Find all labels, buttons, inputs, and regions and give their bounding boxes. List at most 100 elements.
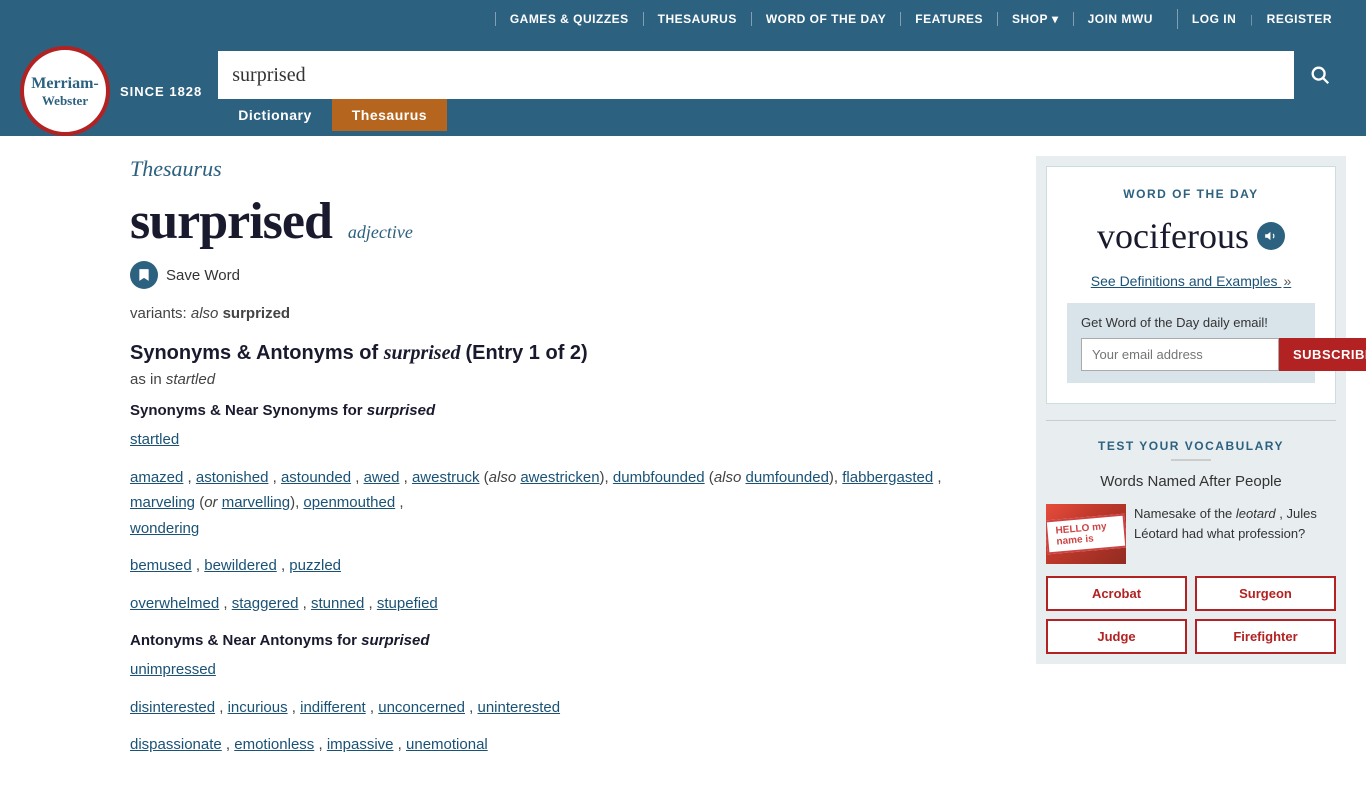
antonym-group-2: dispassionate , emotionless , impassive … bbox=[130, 732, 996, 758]
word-link-unimpressed[interactable]: unimpressed bbox=[130, 661, 216, 678]
word-link-unconcerned[interactable]: unconcerned bbox=[378, 699, 465, 716]
antonyms-label: Antonyms & Near Antonyms for surprised bbox=[130, 632, 996, 649]
word-link-disinterested[interactable]: disinterested bbox=[130, 699, 215, 716]
word-link-awestruck[interactable]: awestruck bbox=[412, 469, 480, 486]
syn-ant-heading: Synonyms & Antonyms of surprised (Entry … bbox=[130, 342, 996, 365]
search-area: Dictionary Thesaurus bbox=[218, 51, 1346, 131]
word-link-astonished[interactable]: astonished bbox=[196, 469, 269, 486]
vocab-title: TEST YOUR VOCABULARY bbox=[1046, 439, 1336, 453]
nav-join[interactable]: JOIN MWU bbox=[1073, 12, 1167, 26]
synonyms-near-label: Synonyms & Near Synonyms for surprised bbox=[130, 402, 996, 419]
main-container: Thesaurus surprised adjective Save Word … bbox=[0, 136, 1366, 790]
word-link-unemotional[interactable]: unemotional bbox=[406, 736, 488, 753]
as-in-line: as in startled bbox=[130, 371, 996, 388]
nav-shop[interactable]: SHOP ▾ bbox=[997, 12, 1073, 26]
save-word-text[interactable]: Save Word bbox=[166, 267, 240, 284]
word-link-awestricken[interactable]: awestricken bbox=[520, 469, 599, 486]
quiz-answer-acrobat[interactable]: Acrobat bbox=[1046, 576, 1187, 611]
hello-badge: HELLO my name is bbox=[1046, 514, 1126, 555]
primary-antonym-group: unimpressed bbox=[130, 657, 996, 683]
wotd-word-text: vociferous bbox=[1097, 215, 1249, 257]
word-link-marvelling[interactable]: marvelling bbox=[222, 494, 290, 511]
search-bar bbox=[218, 51, 1346, 99]
nav-features[interactable]: FEATURES bbox=[900, 12, 997, 26]
word-link-incurious[interactable]: incurious bbox=[228, 699, 288, 716]
quiz-answer-surgeon[interactable]: Surgeon bbox=[1195, 576, 1336, 611]
subscribe-button[interactable]: SUBSCRIBE bbox=[1279, 338, 1366, 371]
vocab-subtitle: Words Named After People bbox=[1046, 473, 1336, 490]
header-main: Merriam- Webster SINCE 1828 Dictionary bbox=[0, 38, 1366, 136]
word-link-bemused[interactable]: bemused bbox=[130, 557, 192, 574]
clear-search-button[interactable] bbox=[1270, 51, 1294, 99]
email-row: SUBSCRIBE bbox=[1081, 338, 1301, 371]
synonym-group-3: overwhelmed , staggered , stunned , stup… bbox=[130, 591, 996, 617]
tab-thesaurus[interactable]: Thesaurus bbox=[332, 99, 447, 131]
search-input[interactable] bbox=[218, 51, 1270, 99]
word-link-astounded[interactable]: astounded bbox=[281, 469, 351, 486]
synonym-group-2: bemused , bewildered , puzzled bbox=[130, 553, 996, 579]
audio-button[interactable] bbox=[1257, 222, 1285, 250]
quiz-answer-firefighter[interactable]: Firefighter bbox=[1195, 619, 1336, 654]
content-area: Thesaurus surprised adjective Save Word … bbox=[130, 156, 996, 770]
primary-synonym-group: startled bbox=[130, 427, 996, 453]
arrow-icon: » bbox=[1283, 273, 1291, 289]
variants-line: variants: also surprized bbox=[130, 305, 996, 322]
sidebar-background: WORD OF THE DAY vociferous See Definitio… bbox=[1036, 156, 1346, 664]
word-link-uninterested[interactable]: uninterested bbox=[478, 699, 561, 716]
login-link[interactable]: LOG IN bbox=[1178, 12, 1250, 26]
search-icon bbox=[1309, 64, 1331, 86]
word-link-dumbfounded[interactable]: dumbfounded bbox=[613, 469, 705, 486]
chevron-down-icon: ▾ bbox=[1052, 12, 1059, 26]
word-heading: surprised adjective bbox=[130, 192, 996, 251]
word-link-impassive[interactable]: impassive bbox=[327, 736, 394, 753]
word-link-puzzled[interactable]: puzzled bbox=[289, 557, 341, 574]
word-link-dispassionate[interactable]: dispassionate bbox=[130, 736, 222, 753]
thesaurus-label: Thesaurus bbox=[130, 156, 996, 182]
word-link-staggered[interactable]: staggered bbox=[232, 595, 299, 612]
antonym-group-1: disinterested , incurious , indifferent … bbox=[130, 695, 996, 721]
bookmark-icon bbox=[137, 268, 151, 282]
nav-thesaurus[interactable]: THESAURUS bbox=[643, 12, 751, 26]
speaker-icon bbox=[1264, 229, 1278, 243]
search-tabs: Dictionary Thesaurus bbox=[218, 99, 1346, 131]
sidebar: WORD OF THE DAY vociferous See Definitio… bbox=[1036, 156, 1346, 770]
word-link-flabbergasted[interactable]: flabbergasted bbox=[842, 469, 933, 486]
merriam-webster-logo[interactable]: Merriam- Webster bbox=[20, 46, 110, 136]
bookmark-button[interactable] bbox=[130, 261, 158, 289]
tab-dictionary[interactable]: Dictionary bbox=[218, 99, 331, 131]
divider bbox=[1046, 420, 1336, 421]
word-link-startled[interactable]: startled bbox=[130, 431, 179, 448]
nav-wotd[interactable]: WORD OF THE DAY bbox=[751, 12, 900, 26]
word-link-indifferent[interactable]: indifferent bbox=[300, 699, 366, 716]
search-button[interactable] bbox=[1294, 51, 1346, 99]
vocab-quiz-row: HELLO my name is Namesake of the leotard… bbox=[1046, 504, 1336, 564]
word-link-marveling[interactable]: marveling bbox=[130, 494, 195, 511]
word-link-stupefied[interactable]: stupefied bbox=[377, 595, 438, 612]
header-top-nav: GAMES & QUIZZES THESAURUS WORD OF THE DA… bbox=[0, 0, 1366, 38]
top-navigation: GAMES & QUIZZES THESAURUS WORD OF THE DA… bbox=[495, 9, 1346, 29]
email-signup-text: Get Word of the Day daily email! bbox=[1081, 315, 1301, 330]
nav-games[interactable]: GAMES & QUIZZES bbox=[495, 12, 643, 26]
wotd-title: WORD OF THE DAY bbox=[1067, 187, 1315, 201]
word-link-emotionless[interactable]: emotionless bbox=[234, 736, 314, 753]
synonym-group-1: amazed , astonished , astounded , awed ,… bbox=[130, 465, 996, 542]
quiz-answers: Acrobat Surgeon Judge Firefighter bbox=[1046, 576, 1336, 654]
word-link-amazed[interactable]: amazed bbox=[130, 469, 183, 486]
save-word-area: Save Word bbox=[130, 261, 996, 289]
word-link-overwhelmed[interactable]: overwhelmed bbox=[130, 595, 219, 612]
since-label: SINCE 1828 bbox=[120, 84, 202, 99]
word-link-dumfounded[interactable]: dumfounded bbox=[746, 469, 829, 486]
word-link-wondering[interactable]: wondering bbox=[130, 520, 199, 537]
quiz-answer-judge[interactable]: Judge bbox=[1046, 619, 1187, 654]
word-link-openmouthed[interactable]: openmouthed bbox=[303, 494, 395, 511]
register-link[interactable]: REGISTER bbox=[1253, 12, 1346, 26]
main-word: surprised bbox=[130, 192, 332, 251]
wotd-word-area: vociferous bbox=[1067, 215, 1315, 257]
email-input[interactable] bbox=[1081, 338, 1279, 371]
wotd-see-link[interactable]: See Definitions and Examples » bbox=[1091, 273, 1291, 289]
word-link-awed[interactable]: awed bbox=[364, 469, 400, 486]
word-link-stunned[interactable]: stunned bbox=[311, 595, 364, 612]
vocab-divider-line bbox=[1171, 459, 1211, 461]
word-link-bewildered[interactable]: bewildered bbox=[204, 557, 277, 574]
vocab-section: TEST YOUR VOCABULARY Words Named After P… bbox=[1046, 439, 1336, 654]
